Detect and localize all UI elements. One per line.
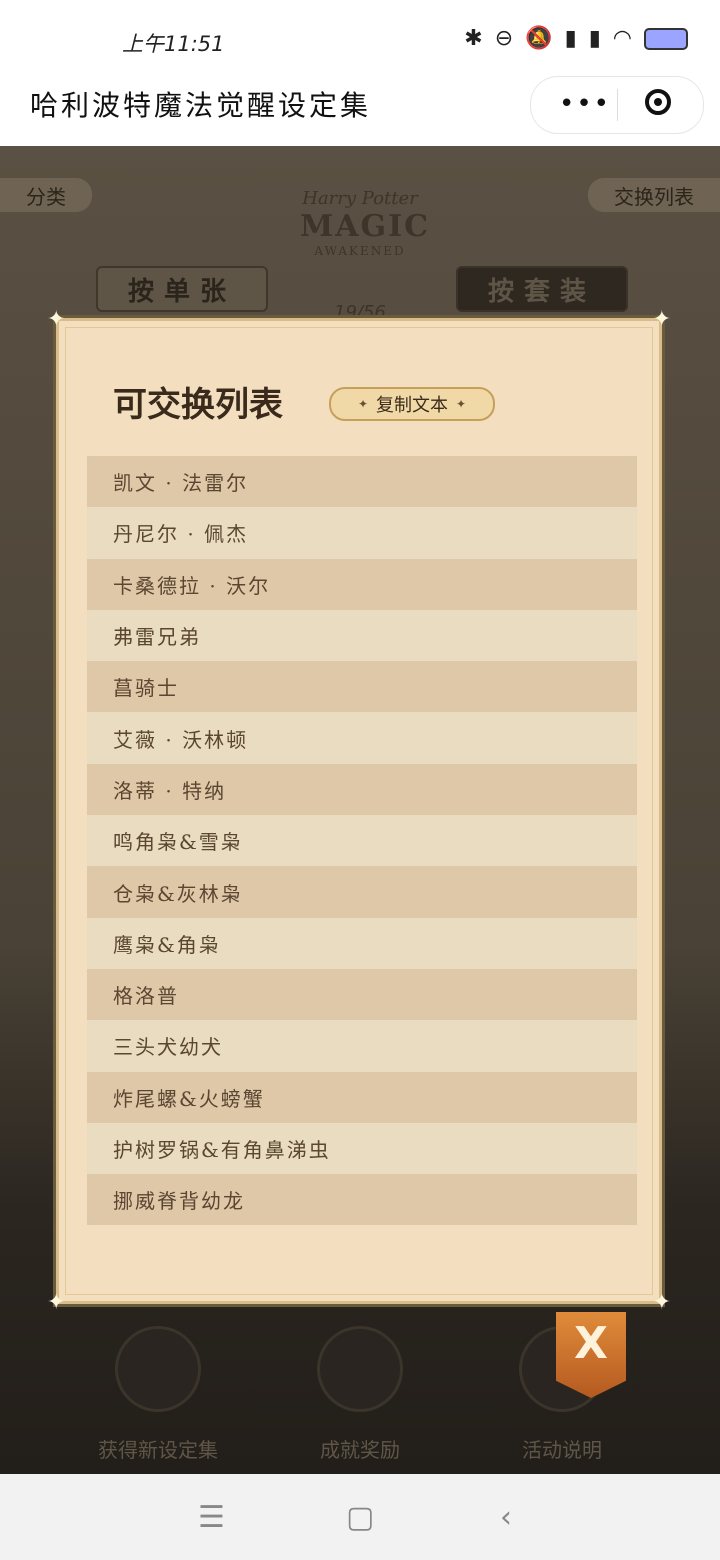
by-single-button[interactable]: 按单张	[96, 266, 268, 312]
close-icon: X	[574, 1318, 608, 1369]
bluetooth-icon: ✱	[464, 26, 483, 51]
signal-icon: ▮	[588, 26, 601, 51]
list-item: 丹尼尔 · 佩杰	[87, 507, 637, 559]
dialog-title: 可交换列表	[113, 385, 283, 425]
category-tab[interactable]: 分类	[0, 178, 92, 212]
exchange-list-tab[interactable]: 交换列表	[588, 178, 720, 212]
nav-bar: 哈利波特魔法觉醒设定集 •••	[0, 76, 720, 146]
home-icon[interactable]: ▢	[346, 1500, 374, 1535]
sparkle-icon: ✦	[652, 307, 671, 332]
game-logo: Harry Potter MAGIC AWAKENED	[300, 188, 431, 258]
system-nav-bar: ☰ ▢ ‹	[0, 1474, 720, 1560]
list-item: 炸尾螺&火螃蟹	[87, 1071, 637, 1123]
list-item: 仓枭&灰林枭	[87, 866, 637, 918]
sparkle-icon: ✦	[456, 397, 467, 411]
exchange-list: 凯文 · 法雷尔 丹尼尔 · 佩杰 卡桑德拉 · 沃尔 弗雷兄弟 菖骑士 艾薇 …	[87, 456, 637, 1226]
sparkle-icon: ✦	[47, 307, 66, 332]
page-title: 哈利波特魔法觉醒设定集	[30, 89, 372, 122]
list-item: 护树罗锅&有角鼻涕虫	[87, 1122, 637, 1175]
list-item: 卡桑德拉 · 沃尔	[87, 558, 637, 610]
copy-text-button[interactable]: ✦ 复制文本 ✦	[329, 387, 495, 421]
more-button[interactable]: •••	[559, 89, 611, 119]
sparkle-icon: ✦	[357, 397, 368, 411]
exchange-list-dialog: ✦ ✦ ✦ ✦ 可交换列表 ✦ 复制文本 ✦ 凯文 · 法雷尔 丹尼尔 · 佩杰…	[47, 307, 671, 1315]
list-item: 菖骑士	[87, 661, 637, 713]
miniapp-capsule: •••	[530, 76, 704, 134]
list-item: 鸣角枭&雪枭	[87, 815, 637, 867]
status-time: 上午11:51	[122, 32, 225, 56]
menu-icon[interactable]: ☰	[198, 1500, 225, 1535]
close-miniapp-button[interactable]	[645, 89, 671, 115]
back-icon[interactable]: ‹	[500, 1500, 512, 1535]
list-item: 鹰枭&角枭	[87, 917, 637, 969]
by-set-button[interactable]: 按套装	[456, 266, 628, 312]
achievement-reward-button[interactable]: 成就奖励	[280, 1326, 440, 1463]
copy-text-label: 复制文本	[376, 395, 448, 416]
card-icon	[115, 1326, 201, 1412]
owl-icon	[317, 1326, 403, 1412]
toggle-icon: ⊖	[494, 26, 514, 51]
battery-icon	[644, 27, 688, 50]
list-item: 挪威脊背幼龙	[87, 1174, 637, 1226]
list-item: 三头犬幼犬	[87, 1020, 637, 1072]
sparkle-icon: ✦	[47, 1290, 66, 1315]
status-icons: ✱ ⊖ 🔕 ▮ ▮ ◠	[464, 26, 688, 51]
list-item: 洛蒂 · 特纳	[87, 763, 637, 816]
status-bar: 上午11:51 ✱ ⊖ 🔕 ▮ ▮ ◠	[0, 0, 720, 80]
wifi-icon: ◠	[612, 26, 632, 51]
mute-icon: 🔕	[525, 26, 553, 51]
list-item: 艾薇 · 沃林顿	[87, 712, 637, 764]
list-item: 凯文 · 法雷尔	[87, 456, 637, 508]
signal-icon: ▮	[564, 26, 577, 51]
capsule-divider	[617, 89, 618, 121]
get-new-set-button[interactable]: 获得新设定集	[78, 1326, 238, 1463]
list-item: 格洛普	[87, 968, 637, 1021]
sparkle-icon: ✦	[652, 1290, 671, 1315]
list-item: 弗雷兄弟	[87, 609, 637, 662]
close-dialog-button[interactable]: X	[556, 1312, 626, 1398]
